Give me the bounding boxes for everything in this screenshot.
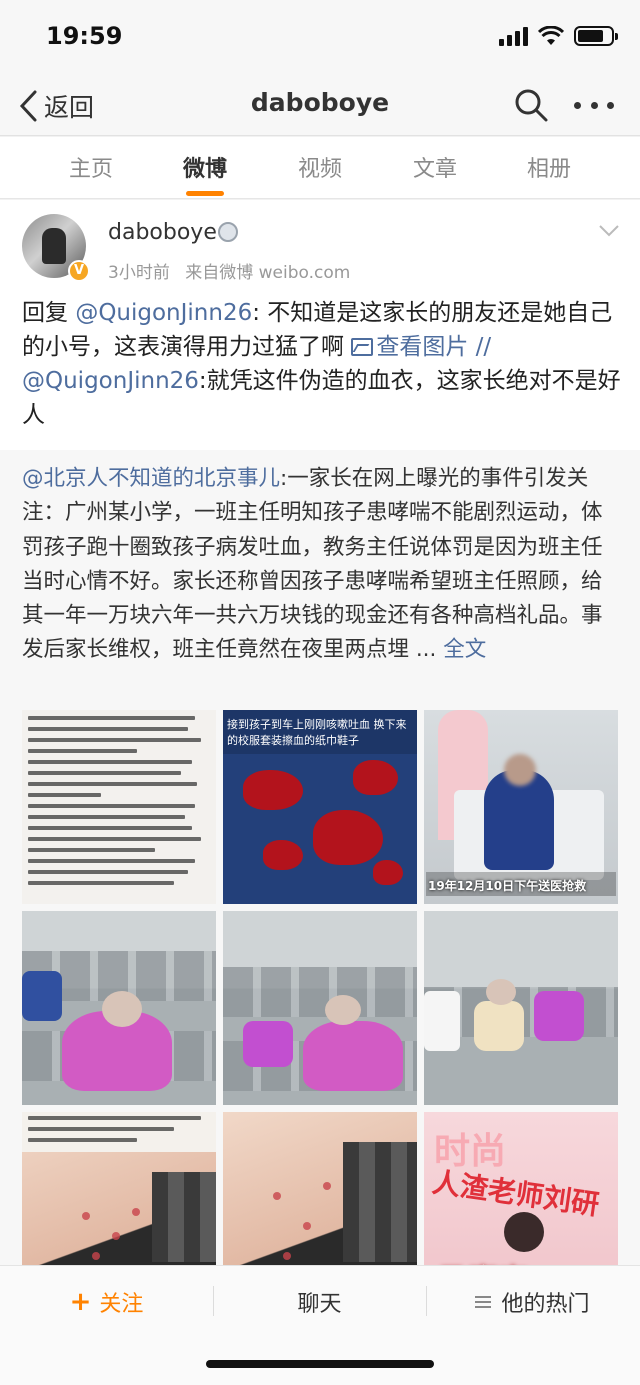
medal-icon (218, 222, 238, 242)
mention-link[interactable]: @QuigonJinn26 (75, 300, 252, 326)
home-indicator[interactable] (206, 1360, 434, 1368)
battery-icon (574, 26, 618, 46)
status-icons (499, 26, 618, 46)
status-time: 19:59 (46, 22, 123, 50)
follow-button[interactable]: + 关注 (0, 1284, 213, 1320)
post-meta: 3小时前 来自微博 weibo.com (108, 258, 360, 283)
reply-prefix: 回复 (22, 300, 68, 326)
wifi-icon (538, 26, 564, 45)
image-caption: 19年12月10日下午送医抢救 (428, 879, 587, 893)
post-card: V daboboye 3小时前 来自微博 weibo.com 回复 @Quigo… (0, 200, 640, 450)
tab-album[interactable]: 相册 (494, 151, 604, 183)
hot-label: 他的热门 (501, 1292, 590, 1317)
repost-body: :一家长在网上曝光的事件引发关注：广州某小学，一班主任明知孩子患哮喘不能剧烈运动… (22, 466, 603, 663)
tab-video[interactable]: 视频 (265, 151, 375, 183)
his-hot-button[interactable]: 他的热门 (426, 1284, 639, 1320)
tab-articles[interactable]: 文章 (380, 151, 490, 183)
image-thumbnail[interactable] (22, 911, 216, 1105)
view-image-link[interactable]: 查看图片 (351, 334, 468, 360)
follow-label: 关注 (99, 1292, 144, 1317)
mention-link[interactable]: @QuigonJinn26 (22, 368, 199, 394)
status-bar: 19:59 (0, 0, 640, 76)
plus-icon: + (69, 1287, 92, 1317)
image-thumbnail[interactable]: 接到孩子到车上刚刚咳嗽吐血 换下来的校服套装擦血的纸巾鞋子 (223, 710, 417, 904)
mention-link[interactable]: @北京人不知道的北京事儿 (22, 466, 280, 491)
image-caption: 接到孩子到车上刚刚咳嗽吐血 换下来的校服套装擦血的纸巾鞋子 (223, 710, 417, 754)
chat-label: 聊天 (297, 1292, 342, 1317)
image-thumbnail[interactable] (223, 911, 417, 1105)
active-tab-indicator (186, 191, 224, 196)
post-username[interactable]: daboboye (108, 220, 217, 245)
image-thumbnail[interactable] (22, 710, 216, 904)
cellular-signal-icon (499, 26, 528, 46)
repost-separator: // (468, 334, 492, 360)
more-options-icon[interactable] (574, 86, 614, 124)
image-thumbnail[interactable] (424, 911, 618, 1105)
profile-tab-bar: 主页 微博 视频 文章 相册 (0, 137, 640, 199)
verified-badge-icon: V (68, 260, 90, 282)
full-text-link[interactable]: 全文 (443, 637, 486, 662)
post-source: 来自微博 weibo.com (185, 263, 351, 283)
navigation-bar: 返回 daboboye (0, 76, 640, 136)
repost-text: @北京人不知道的北京事儿:一家长在网上曝光的事件引发关注：广州某小学，一班主任明… (22, 462, 622, 668)
view-image-label: 查看图片 (376, 334, 469, 360)
tab-weibo[interactable]: 微博 (150, 151, 260, 183)
image-thumbnail[interactable]: 19年12月10日下午送医抢救 (424, 710, 618, 904)
tab-home[interactable]: 主页 (36, 151, 146, 183)
chat-button[interactable]: 聊天 (213, 1284, 426, 1320)
post-text: 回复 @QuigonJinn26: 不知道是这家长的朋友还是她自己的小号，这表演… (22, 296, 622, 432)
list-icon (475, 1296, 492, 1308)
reposted-weibo[interactable]: @北京人不知道的北京事儿:一家长在网上曝光的事件引发关注：广州某小学，一班主任明… (0, 450, 640, 1306)
chevron-down-icon[interactable] (598, 224, 620, 238)
picture-icon (351, 338, 374, 356)
post-time: 3小时前 (108, 263, 170, 283)
search-icon[interactable] (512, 86, 550, 124)
